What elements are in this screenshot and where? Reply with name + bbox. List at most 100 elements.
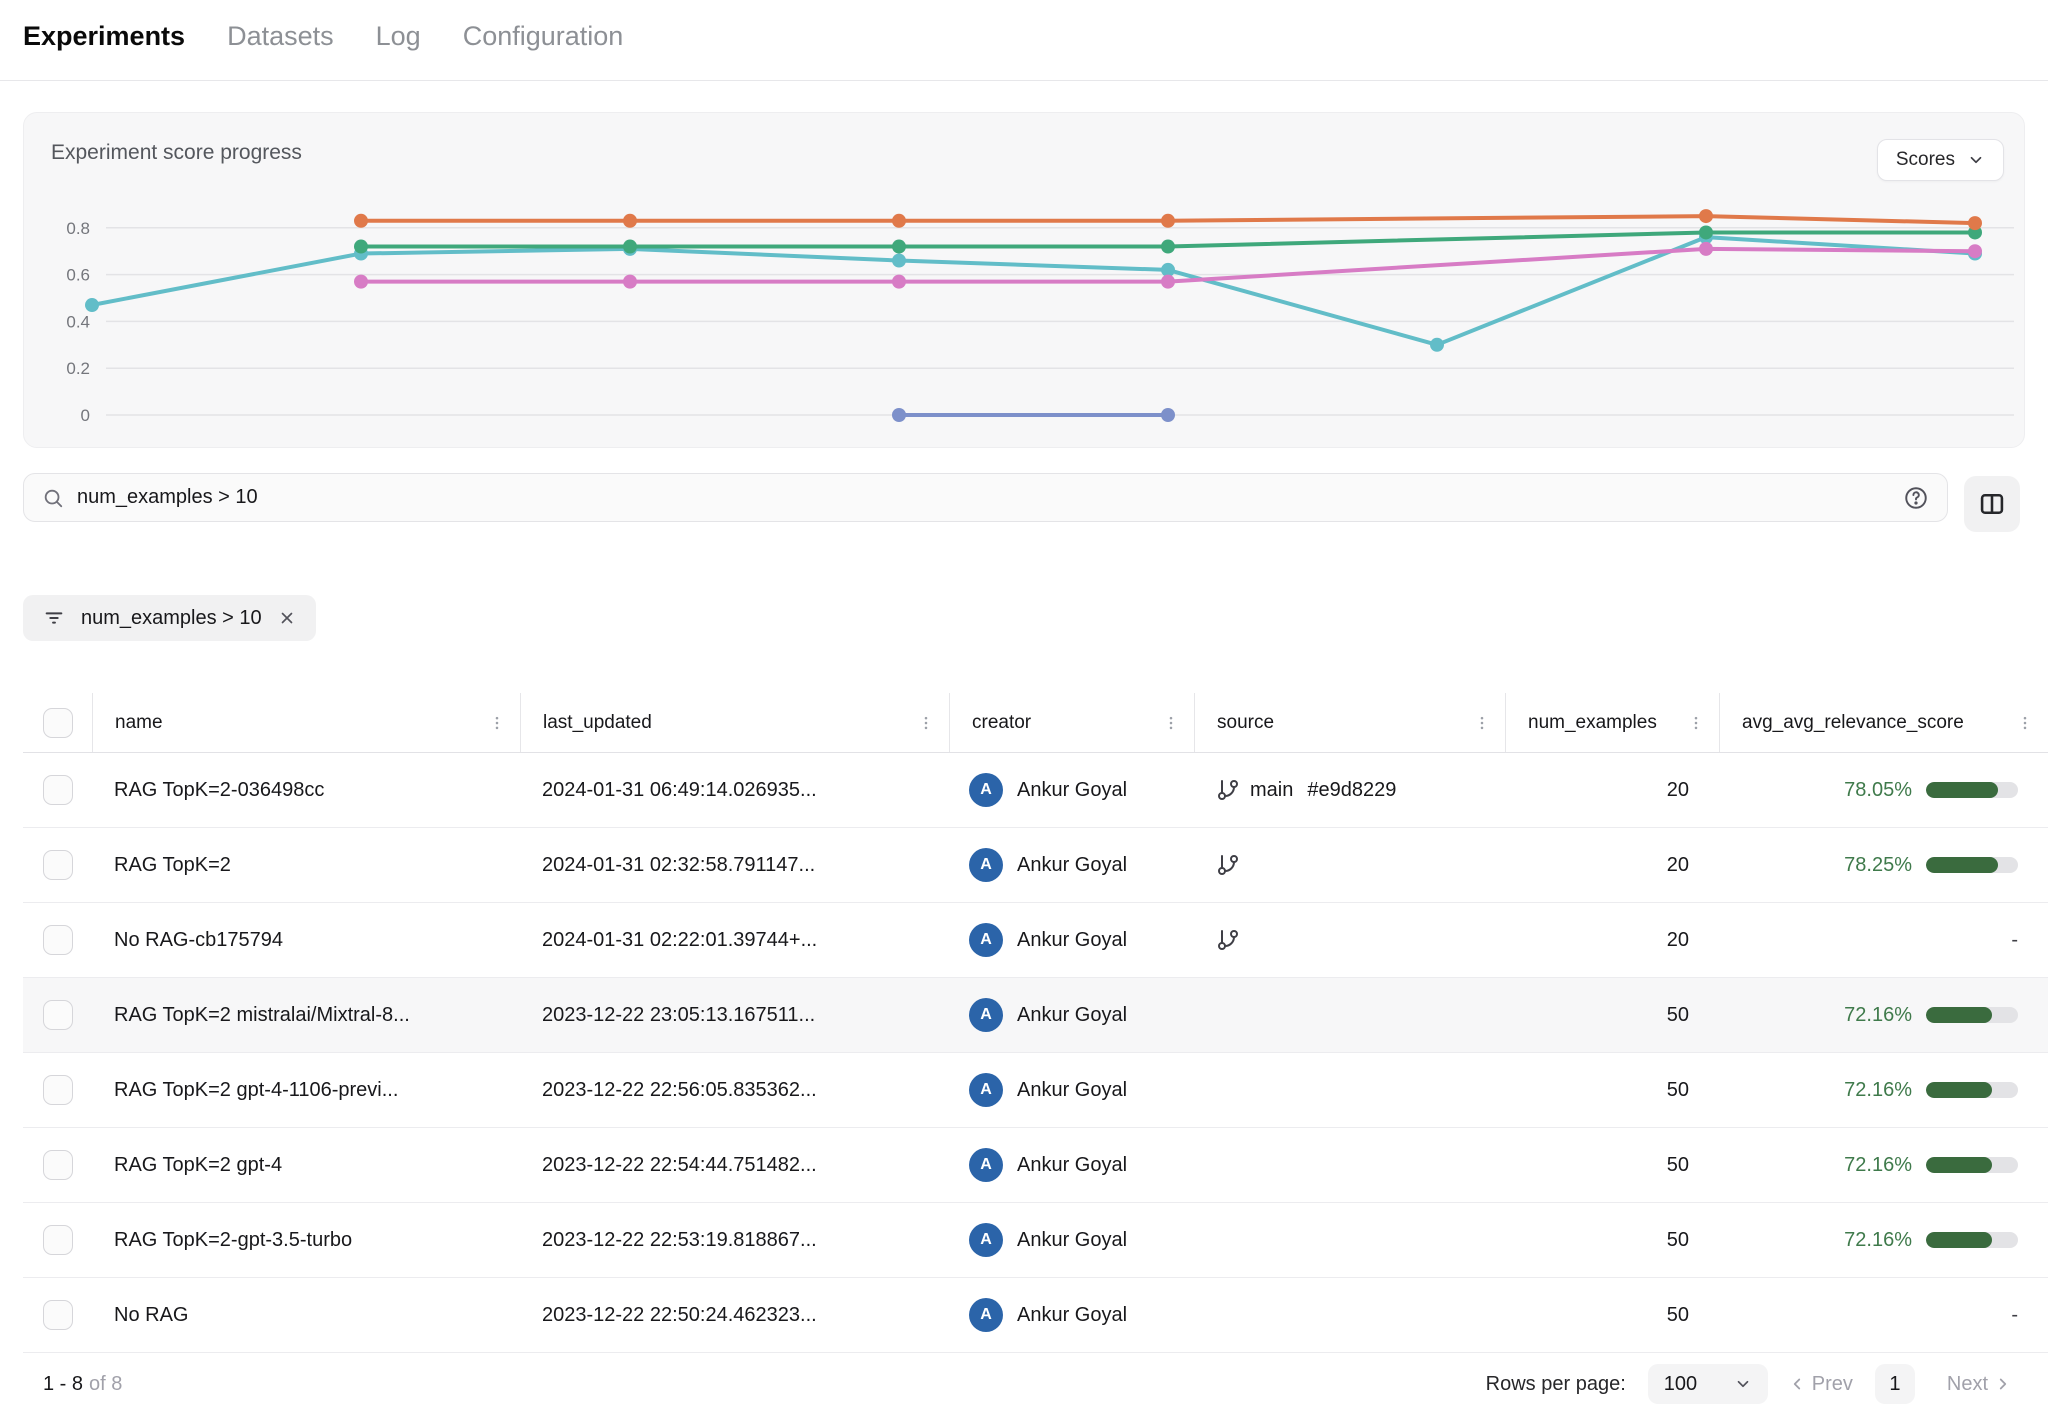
help-icon[interactable] xyxy=(1903,485,1929,511)
creator-cell: A Ankur Goyal xyxy=(949,1053,1194,1127)
score-bar-fill xyxy=(1926,857,1998,873)
last-updated: 2024-01-31 02:22:01.39744+... xyxy=(520,903,949,977)
scores-dropdown-button[interactable]: Scores xyxy=(1877,139,2004,181)
score-cell: 72.16% xyxy=(1719,1203,2048,1277)
column-header-last-updated[interactable]: last_updated xyxy=(520,693,949,752)
column-header-num-examples[interactable]: num_examples xyxy=(1505,693,1719,752)
score-bar xyxy=(1926,1232,2018,1248)
next-page-button[interactable]: Next xyxy=(1947,1373,2012,1396)
column-menu-icon[interactable] xyxy=(488,714,506,732)
num-examples-value: 50 xyxy=(1505,1278,1719,1352)
experiments-table: name last_updated creator source num_exa… xyxy=(23,693,2048,1353)
score-empty-dash: - xyxy=(2011,1304,2018,1327)
column-menu-icon[interactable] xyxy=(917,714,935,732)
search-input[interactable] xyxy=(77,486,1890,509)
chart-title: Experiment score progress xyxy=(51,141,302,165)
score-cell: 72.16% xyxy=(1719,1128,2048,1202)
row-checkbox[interactable] xyxy=(43,1225,73,1255)
filter-remove-button[interactable] xyxy=(278,609,296,627)
score-percent: 72.16% xyxy=(1844,1229,1912,1252)
row-checkbox-cell xyxy=(23,753,92,827)
experiment-name[interactable]: RAG TopK=2 gpt-4-1106-previ... xyxy=(92,1053,520,1127)
avatar: A xyxy=(969,773,1003,807)
column-menu-icon[interactable] xyxy=(2016,714,2034,732)
experiment-name[interactable]: No RAG xyxy=(92,1278,520,1352)
select-all-checkbox[interactable] xyxy=(43,708,73,738)
row-checkbox[interactable] xyxy=(43,775,73,805)
scores-dropdown-label: Scores xyxy=(1896,149,1955,171)
score-empty-dash: - xyxy=(2011,929,2018,952)
creator-cell: A Ankur Goyal xyxy=(949,1128,1194,1202)
table-row[interactable]: RAG TopK=2-gpt-3.5-turbo 2023-12-22 22:5… xyxy=(23,1203,2048,1278)
source-commit[interactable]: #e9d8229 xyxy=(1307,779,1396,802)
tab-experiments[interactable]: Experiments xyxy=(23,21,185,52)
svg-text:0.4: 0.4 xyxy=(66,312,90,331)
creator-name: Ankur Goyal xyxy=(1017,1229,1127,1252)
experiment-name[interactable]: RAG TopK=2 gpt-4 xyxy=(92,1128,520,1202)
row-checkbox[interactable] xyxy=(43,850,73,880)
row-checkbox[interactable] xyxy=(43,1000,73,1030)
rows-per-page-label: Rows per page: xyxy=(1486,1373,1626,1396)
row-checkbox[interactable] xyxy=(43,925,73,955)
table-row[interactable]: RAG TopK=2 gpt-4-1106-previ... 2023-12-2… xyxy=(23,1053,2048,1128)
table-row[interactable]: RAG TopK=2 gpt-4 2023-12-22 22:54:44.751… xyxy=(23,1128,2048,1203)
table-row[interactable]: RAG TopK=2 2024-01-31 02:32:58.791147...… xyxy=(23,828,2048,903)
header-checkbox-cell xyxy=(23,693,92,752)
score-bar xyxy=(1926,1007,2018,1023)
tab-datasets[interactable]: Datasets xyxy=(227,21,334,52)
column-header-name[interactable]: name xyxy=(92,693,520,752)
column-menu-icon[interactable] xyxy=(1162,714,1180,732)
creator-cell: A Ankur Goyal xyxy=(949,1278,1194,1352)
filter-chip[interactable]: num_examples > 10 xyxy=(23,595,316,641)
table-row[interactable]: No RAG 2023-12-22 22:50:24.462323... A A… xyxy=(23,1278,2048,1353)
experiment-name[interactable]: RAG TopK=2-gpt-3.5-turbo xyxy=(92,1203,520,1277)
current-page-button[interactable]: 1 xyxy=(1875,1364,1915,1404)
row-checkbox[interactable] xyxy=(43,1075,73,1105)
creator-name: Ankur Goyal xyxy=(1017,1154,1127,1177)
tab-configuration[interactable]: Configuration xyxy=(463,21,624,52)
prev-page-button[interactable]: Prev xyxy=(1788,1373,1853,1396)
source-cell xyxy=(1194,1128,1505,1202)
column-header-avg-avg-relevance-score[interactable]: avg_avg_relevance_score xyxy=(1719,693,2048,752)
table-row[interactable]: No RAG-cb175794 2024-01-31 02:22:01.3974… xyxy=(23,903,2048,978)
creator-name: Ankur Goyal xyxy=(1017,779,1127,802)
git-branch-icon xyxy=(1216,853,1240,877)
tab-log[interactable]: Log xyxy=(376,21,421,52)
table-row[interactable]: RAG TopK=2 mistralai/Mixtral-8... 2023-1… xyxy=(23,978,2048,1053)
search-box[interactable] xyxy=(23,473,1948,522)
num-examples-value: 50 xyxy=(1505,1053,1719,1127)
source-branch[interactable]: main xyxy=(1250,779,1293,802)
experiment-name[interactable]: RAG TopK=2 xyxy=(92,828,520,902)
num-examples-value: 20 xyxy=(1505,828,1719,902)
experiment-name[interactable]: RAG TopK=2-036498cc xyxy=(92,753,520,827)
source-cell xyxy=(1194,903,1505,977)
side-panel-toggle-button[interactable] xyxy=(1964,476,2020,532)
source-cell xyxy=(1194,828,1505,902)
row-checkbox-cell xyxy=(23,1278,92,1352)
avatar: A xyxy=(969,1148,1003,1182)
score-bar-fill xyxy=(1926,1157,1992,1173)
filter-chip-label: num_examples > 10 xyxy=(81,607,262,630)
column-header-source[interactable]: source xyxy=(1194,693,1505,752)
experiment-name[interactable]: No RAG-cb175794 xyxy=(92,903,520,977)
score-percent: 72.16% xyxy=(1844,1079,1912,1102)
row-checkbox[interactable] xyxy=(43,1150,73,1180)
row-checkbox-cell xyxy=(23,903,92,977)
column-header-creator[interactable]: creator xyxy=(949,693,1194,752)
score-cell: - xyxy=(1719,1278,2048,1352)
pagination-controls: Rows per page: 100 Prev 1 Next xyxy=(1486,1364,2012,1404)
column-menu-icon[interactable] xyxy=(1687,714,1705,732)
table-row[interactable]: RAG TopK=2-036498cc 2024-01-31 06:49:14.… xyxy=(23,753,2048,828)
rows-per-page-select[interactable]: 100 xyxy=(1648,1364,1768,1404)
git-branch-icon xyxy=(1216,928,1240,952)
svg-text:0: 0 xyxy=(81,406,90,425)
svg-text:0.8: 0.8 xyxy=(66,219,90,238)
last-updated: 2023-12-22 23:05:13.167511... xyxy=(520,978,949,1052)
row-checkbox[interactable] xyxy=(43,1300,73,1330)
experiment-name[interactable]: RAG TopK=2 mistralai/Mixtral-8... xyxy=(92,978,520,1052)
score-bar-fill xyxy=(1926,1082,1992,1098)
git-branch-icon xyxy=(1216,778,1240,802)
creator-name: Ankur Goyal xyxy=(1017,1079,1127,1102)
column-menu-icon[interactable] xyxy=(1473,714,1491,732)
score-bar-fill xyxy=(1926,1232,1992,1248)
